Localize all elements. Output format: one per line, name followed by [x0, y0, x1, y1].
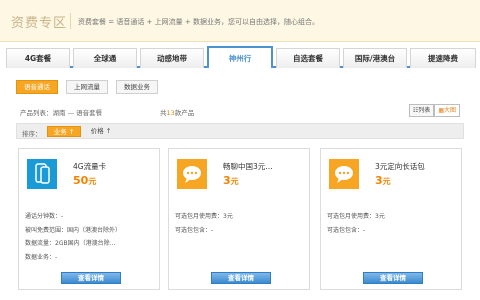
- detail-line: 可选包月使用费：3元: [175, 213, 233, 220]
- sort-bar: 排序： 业务 ↑ 价格 ↑: [16, 123, 464, 139]
- product-count: 共13款产品: [160, 109, 195, 117]
- tab-shenzhouxing[interactable]: 神州行: [207, 46, 273, 68]
- product-card: 3元定向长话包 3元 可选包月使用费：3元 可选包包含：- 查看详情: [320, 148, 462, 290]
- tab-quanqiutong[interactable]: 全球通: [73, 48, 137, 68]
- plan-tabs: 4G套餐 全球通 动感地带 神州行 自选套餐 国际/港澳台 提速降费: [6, 46, 476, 68]
- chat-icon: [329, 159, 359, 189]
- sort-price-button[interactable]: 价格 ↑: [87, 126, 115, 137]
- detail-line: 数据业务：-: [25, 253, 58, 261]
- detail-line: 可选包包含：-: [327, 226, 366, 234]
- zone-description: 资费套餐 = 语音通话 + 上网流量 + 数据业务，您可以自由选择，随心组合。: [78, 18, 319, 26]
- tab-international[interactable]: 国际/港澳台: [343, 48, 407, 68]
- grid-view-button[interactable]: ▦大图: [434, 104, 460, 117]
- detail-line: 可选包包含：-: [175, 226, 214, 234]
- tab-custom-plan[interactable]: 自选套餐: [276, 48, 340, 68]
- view-details-button[interactable]: 查看详情: [363, 272, 423, 284]
- list-bar: 产品列表：湖南 — 语音套餐 共13款产品 ☷列表 ▦大图: [16, 101, 464, 119]
- view-details-button[interactable]: 查看详情: [211, 272, 271, 284]
- phone-icon: [27, 159, 57, 189]
- product-price: 3元: [375, 174, 391, 187]
- sort-label: 排序：: [22, 130, 42, 138]
- detail-line: 通话分钟数：-: [25, 213, 64, 220]
- list-view-button[interactable]: ☷列表: [408, 104, 435, 117]
- tab-4g[interactable]: 4G套餐: [6, 48, 70, 68]
- filter-data-button[interactable]: 上网流量: [66, 80, 108, 94]
- product-price: 50元: [73, 174, 97, 187]
- product-details: 通话分钟数：- 被叫免费范围：国内（港澳台除外） 数据流量：2GB国内（港澳台除…: [25, 211, 155, 265]
- view-toggle: ☷列表 ▦大图: [408, 104, 460, 117]
- sort-business-button[interactable]: 业务 ↑: [47, 126, 81, 137]
- product-details: 可选包月使用费：3元 可选包包含：-: [327, 211, 457, 238]
- title-divider: [70, 13, 71, 29]
- product-card: 4G流量卡 50元 通话分钟数：- 被叫免费范围：国内（港澳台除外） 数据流量：…: [18, 148, 160, 290]
- product-name: 4G流量卡: [73, 162, 107, 171]
- detail-line: 被叫免费范围：国内（港澳台除外）: [25, 226, 122, 234]
- chat-icon: [177, 159, 207, 189]
- arrow-up-icon: ↑: [105, 127, 112, 135]
- tab-dongganditai[interactable]: 动感地带: [140, 48, 204, 68]
- product-card: 畅聊中国3元… 3元 可选包月使用费：3元 可选包包含：- 查看详情: [168, 148, 310, 290]
- zone-title: 资费专区: [11, 16, 68, 31]
- product-name: 畅聊中国3元…: [223, 162, 273, 171]
- product-name: 3元定向长话包: [375, 162, 425, 171]
- filter-service-button[interactable]: 数据业务: [116, 80, 158, 94]
- promo-header: 资费专区 资费套餐 = 语音通话 + 上网流量 + 数据业务，您可以自由选择，随…: [0, 0, 480, 42]
- tab-speed-up[interactable]: 提速降费: [410, 48, 476, 68]
- filter-voice-button[interactable]: 语音通话: [16, 80, 58, 94]
- view-details-button[interactable]: 查看详情: [61, 272, 121, 284]
- product-price: 3元: [223, 174, 239, 187]
- detail-line: 可选包月使用费：3元: [327, 213, 385, 220]
- arrow-up-icon: ↑: [68, 128, 75, 136]
- breadcrumb: 产品列表：湖南 — 语音套餐: [20, 109, 103, 117]
- product-details: 可选包月使用费：3元 可选包包含：-: [175, 211, 305, 238]
- detail-line: 数据流量：2GB国内（港澳台除…: [25, 240, 116, 247]
